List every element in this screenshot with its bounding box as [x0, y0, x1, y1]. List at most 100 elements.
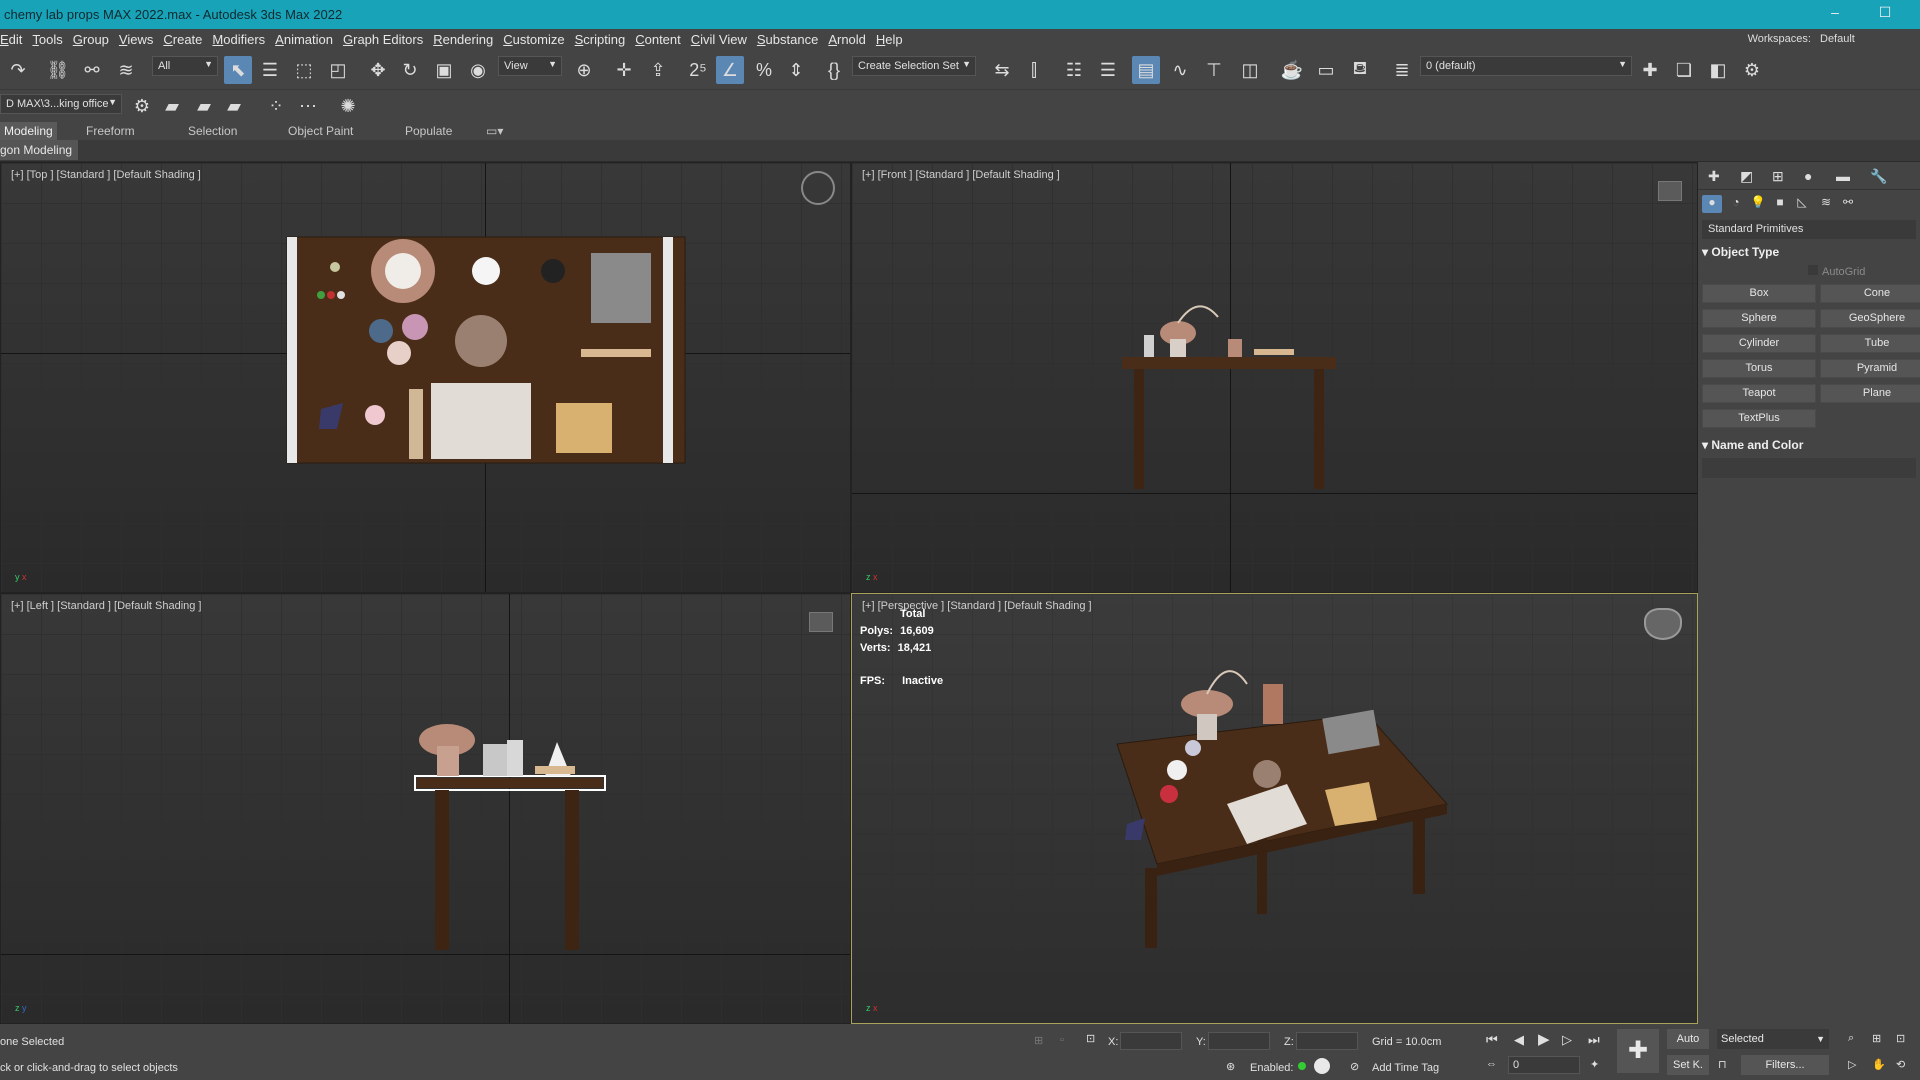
- snap-toggle-icon[interactable]: 2⁵: [684, 56, 712, 84]
- add-time-tag[interactable]: Add Time Tag: [1372, 1062, 1439, 1074]
- tab-freeform[interactable]: Freeform: [86, 124, 135, 138]
- unlink-icon[interactable]: ⚯: [78, 56, 106, 84]
- play-icon[interactable]: ▶: [1538, 1030, 1550, 1048]
- orbit-icon[interactable]: ⟲: [1896, 1058, 1905, 1071]
- selection-filter-dropdown[interactable]: All ▼: [152, 56, 218, 76]
- y-coordinate-input[interactable]: [1208, 1032, 1270, 1050]
- grid-snap-icon[interactable]: ⁘: [262, 92, 290, 120]
- display-tab-icon[interactable]: ▬: [1836, 168, 1850, 184]
- move-icon[interactable]: ✥: [364, 56, 392, 84]
- viewport-label-front[interactable]: [+] [Front ] [Standard ] [Default Shadin…: [862, 169, 1060, 181]
- menu-animation[interactable]: Animation: [270, 29, 338, 47]
- viewcube-icon[interactable]: [1658, 181, 1682, 201]
- redo-icon[interactable]: ↷: [4, 56, 32, 84]
- current-frame-input[interactable]: 0: [1508, 1056, 1580, 1074]
- menu-modifiers[interactable]: Modifiers: [207, 29, 270, 47]
- motion-tab-icon[interactable]: ●: [1804, 168, 1812, 184]
- tab-object-paint[interactable]: Object Paint: [288, 124, 353, 138]
- angle-snap-icon[interactable]: ∠: [716, 56, 744, 84]
- spacing-tool-icon[interactable]: ✺: [334, 92, 362, 120]
- menu-content[interactable]: Content: [630, 29, 686, 47]
- tab-populate[interactable]: Populate: [405, 124, 452, 138]
- menu-graph-editors[interactable]: Graph Editors: [338, 29, 428, 47]
- info-icon[interactable]: [1314, 1058, 1330, 1074]
- layer-explorer-icon[interactable]: ☰: [1094, 56, 1122, 84]
- window-crossing-icon[interactable]: ◰: [324, 56, 352, 84]
- manipulate-icon[interactable]: ✛: [610, 56, 638, 84]
- array-icon[interactable]: ⋯: [294, 92, 322, 120]
- set-key-icon[interactable]: ✚: [1616, 1028, 1660, 1074]
- zoom-extents-icon[interactable]: ⊡: [1896, 1032, 1905, 1045]
- geosphere-button[interactable]: GeoSphere: [1820, 309, 1920, 328]
- autogrid-checkbox[interactable]: AutoGrid: [1808, 265, 1920, 278]
- box-button[interactable]: Box: [1702, 284, 1816, 303]
- viewport-label-top[interactable]: [+] [Top ] [Standard ] [Default Shading …: [11, 169, 201, 181]
- schematic-view-icon[interactable]: ⊤: [1200, 56, 1228, 84]
- enabled-indicator-icon[interactable]: [1298, 1062, 1306, 1070]
- viewport-label-left[interactable]: [+] [Left ] [Standard ] [Default Shading…: [11, 600, 201, 612]
- auto-key-button[interactable]: Auto: [1666, 1028, 1710, 1050]
- spinner-snap-icon[interactable]: ⇕: [782, 56, 810, 84]
- rendered-frame-window-icon[interactable]: ▭: [1312, 56, 1340, 84]
- set-key-button[interactable]: Set K.: [1666, 1054, 1710, 1076]
- viewcube-icon[interactable]: [809, 612, 833, 632]
- next-frame-icon[interactable]: ▷: [1562, 1032, 1572, 1048]
- systems-icon[interactable]: ⚯: [1838, 195, 1858, 213]
- create-project-icon[interactable]: ⚙: [128, 92, 156, 120]
- key-tangent-icon[interactable]: ⊓: [1718, 1058, 1727, 1071]
- key-mode-icon[interactable]: ✦: [1590, 1058, 1599, 1071]
- viewport-top[interactable]: [+] [Top ] [Standard ] [Default Shading …: [0, 162, 851, 593]
- bind-spacewarp-icon[interactable]: ≋: [112, 56, 140, 84]
- workspaces-dropdown[interactable]: Default: [1820, 33, 1920, 45]
- cylinder-button[interactable]: Cylinder: [1702, 334, 1816, 353]
- pyramid-button[interactable]: Pyramid: [1820, 359, 1920, 378]
- helpers-icon[interactable]: ◺: [1792, 195, 1812, 213]
- scale-icon[interactable]: ▣: [430, 56, 458, 84]
- torus-button[interactable]: Torus: [1702, 359, 1816, 378]
- z-coordinate-input[interactable]: [1296, 1032, 1358, 1050]
- manage-layers-icon[interactable]: ≣: [1388, 56, 1416, 84]
- menu-customize[interactable]: Customize: [498, 29, 569, 47]
- teapot-button[interactable]: Teapot: [1702, 384, 1816, 403]
- render-production-icon[interactable]: ⛾: [1346, 56, 1374, 84]
- pivot-center-icon[interactable]: ⊕: [570, 56, 598, 84]
- absolute-mode-icon[interactable]: ⊡: [1086, 1032, 1095, 1045]
- shapes-icon[interactable]: ◔: [1726, 195, 1746, 213]
- select-object-icon[interactable]: ⬉: [224, 56, 252, 84]
- space-warps-icon[interactable]: ≋: [1816, 195, 1836, 213]
- create-tab-icon[interactable]: ✚: [1708, 168, 1720, 185]
- layer-settings-icon[interactable]: ⚙: [1738, 56, 1766, 84]
- mirror-icon[interactable]: ⇆: [988, 56, 1016, 84]
- edit-named-selection-icon[interactable]: {}: [820, 56, 848, 84]
- menu-group[interactable]: Group: [68, 29, 114, 47]
- previous-frame-icon[interactable]: ◀: [1514, 1032, 1524, 1048]
- menu-help[interactable]: Help: [871, 29, 908, 47]
- scene-explorer-icon[interactable]: ☷: [1060, 56, 1088, 84]
- viewcube-icon[interactable]: [801, 171, 835, 205]
- category-dropdown[interactable]: Standard Primitives: [1702, 220, 1916, 239]
- zoom-icon[interactable]: ⌕: [1848, 1032, 1854, 1045]
- viewcube-icon[interactable]: [1644, 608, 1682, 640]
- isolate-icon[interactable]: ▫: [1060, 1034, 1064, 1046]
- menu-edit[interactable]: Edit: [0, 29, 27, 47]
- sphere-button[interactable]: Sphere: [1702, 309, 1816, 328]
- render-setup-icon[interactable]: ☕: [1278, 56, 1306, 84]
- viewport-front[interactable]: [+] [Front ] [Standard ] [Default Shadin…: [851, 162, 1698, 593]
- minimize-button[interactable]: –: [1820, 4, 1850, 24]
- utilities-tab-icon[interactable]: 🔧: [1870, 168, 1887, 185]
- go-to-start-icon[interactable]: ⏮: [1486, 1032, 1498, 1048]
- tube-button[interactable]: Tube: [1820, 334, 1920, 353]
- align-icon[interactable]: ⫿: [1020, 56, 1048, 84]
- open-project-icon[interactable]: ▰: [158, 92, 186, 120]
- lock-selection-icon[interactable]: ⊞: [1034, 1034, 1043, 1047]
- plane-button[interactable]: Plane: [1820, 384, 1920, 403]
- field-of-view-icon[interactable]: ▷: [1848, 1058, 1856, 1071]
- maximize-button[interactable]: ☐: [1870, 4, 1900, 24]
- save-project-icon[interactable]: ▰: [190, 92, 218, 120]
- pan-icon[interactable]: ✋: [1872, 1058, 1886, 1071]
- select-by-name-icon[interactable]: ☰: [256, 56, 284, 84]
- textplus-button[interactable]: TextPlus: [1702, 409, 1816, 428]
- x-coordinate-input[interactable]: [1120, 1032, 1182, 1050]
- menu-create[interactable]: Create: [158, 29, 207, 47]
- viewport-perspective[interactable]: [+] [Perspective ] [Standard ] [Default …: [851, 593, 1698, 1024]
